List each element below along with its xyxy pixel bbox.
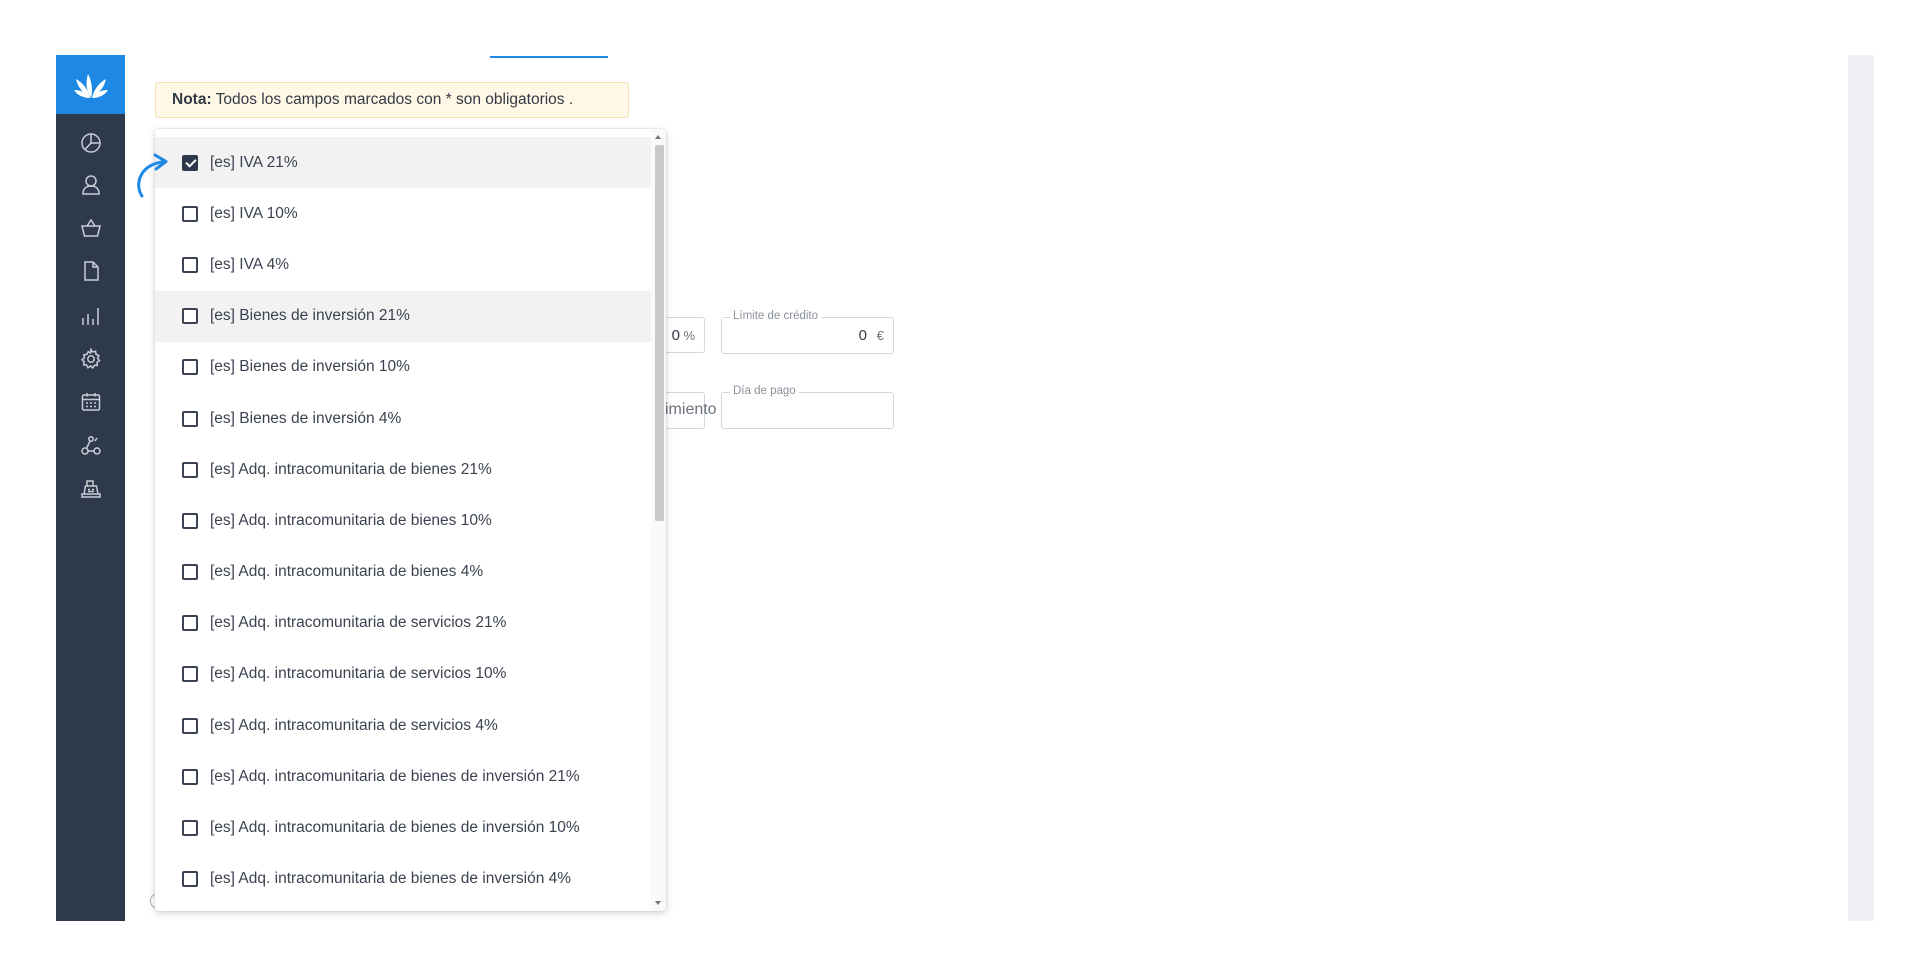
option-label: [es] Adq. intracomunitaria de bienes 4% bbox=[210, 563, 484, 581]
option-label: [es] Adq. intracomunitaria de bienes 21% bbox=[210, 460, 492, 478]
checkbox[interactable] bbox=[182, 768, 198, 785]
bar-chart-icon[interactable] bbox=[77, 302, 104, 329]
option-label: [es] IVA 10% bbox=[210, 204, 298, 222]
due-field-partial-text: imiento bbox=[665, 401, 717, 418]
tutorial-curved-arrow-icon bbox=[137, 153, 168, 198]
list-item[interactable]: [es] IVA 21% bbox=[155, 137, 651, 189]
list-item[interactable]: [es] Adq. intracomunitaria de servicios … bbox=[155, 649, 651, 700]
checkbox[interactable] bbox=[182, 615, 198, 632]
list-item[interactable]: [es] Adq. intracomunitaria de bienes 21% bbox=[155, 444, 651, 495]
scroll-thumb[interactable] bbox=[655, 145, 664, 521]
list-item[interactable]: [es] IVA 10% bbox=[155, 188, 651, 239]
leaf-logo-icon bbox=[73, 73, 108, 98]
list-item[interactable]: [es] Bienes de inversión 21% bbox=[155, 290, 651, 342]
option-label: [es] Adq. intracomunitaria de bienes de … bbox=[210, 870, 572, 888]
list-item[interactable]: [es] Adq. intracomunitaria de bienes de … bbox=[155, 751, 651, 802]
checkbox[interactable] bbox=[182, 256, 198, 273]
calendar-icon[interactable] bbox=[77, 388, 104, 415]
checkbox[interactable] bbox=[182, 461, 198, 478]
option-label: [es] IVA 4% bbox=[210, 255, 289, 273]
list-item[interactable]: [es] Bienes de inversión 10% bbox=[155, 342, 651, 393]
shopping-basket-icon[interactable] bbox=[77, 214, 104, 241]
credit-limit-label: Límite de crédito bbox=[730, 310, 822, 322]
option-label: [es] Adq. intracomunitaria de servicios … bbox=[210, 665, 507, 683]
credit-limit-field[interactable]: Límite de crédito 0 € bbox=[721, 310, 894, 354]
option-label: [es] Adq. intracomunitaria de servicios … bbox=[210, 614, 507, 632]
checkbox[interactable] bbox=[182, 666, 198, 683]
checkbox[interactable] bbox=[182, 359, 198, 376]
credit-limit-suffix: € bbox=[876, 328, 884, 343]
checkbox[interactable] bbox=[182, 308, 198, 325]
checkbox[interactable] bbox=[182, 820, 198, 837]
required-fields-note: Nota: Todos los campos marcados con * so… bbox=[155, 82, 629, 118]
percent-value: 0 bbox=[671, 327, 680, 344]
option-label: [es] Bienes de inversión 21% bbox=[210, 307, 410, 325]
checkbox[interactable] bbox=[182, 871, 198, 888]
checkbox[interactable] bbox=[182, 564, 198, 581]
list-item[interactable]: [es] Adq. intracomunitaria de bienes de … bbox=[155, 802, 651, 853]
sidebar bbox=[56, 55, 125, 921]
payment-day-field[interactable]: Día de pago bbox=[721, 385, 894, 429]
list-item[interactable]: [es] Adq. intracomunitaria de servicios … bbox=[155, 700, 651, 751]
scroll-down-arrow-icon[interactable] bbox=[655, 901, 661, 905]
cash-register-icon[interactable] bbox=[77, 475, 104, 502]
option-label: [es] Bienes de inversión 10% bbox=[210, 358, 410, 376]
list-item[interactable]: [es] IVA 4% bbox=[155, 239, 651, 290]
checkbox[interactable] bbox=[182, 205, 198, 222]
app-stage: Nota: Todos los campos marcados con * so… bbox=[0, 0, 1920, 974]
payment-day-label: Día de pago bbox=[730, 385, 799, 397]
tax-options-list: [es] IVA 21% [es] IVA 10% [es] IVA 4% [e… bbox=[155, 137, 651, 905]
checkbox-checked[interactable] bbox=[182, 154, 198, 171]
note-text: Todos los campos marcados con * son obli… bbox=[215, 91, 574, 108]
dropdown-scrollbar[interactable] bbox=[651, 129, 666, 911]
user-icon[interactable] bbox=[77, 171, 104, 198]
list-item[interactable]: [es] Adq. intracomunitaria de bienes de … bbox=[155, 854, 651, 905]
checkbox[interactable] bbox=[182, 717, 198, 734]
dashboard-pie-icon[interactable] bbox=[77, 129, 104, 156]
gear-icon[interactable] bbox=[77, 345, 104, 372]
option-label: [es] Adq. intracomunitaria de bienes de … bbox=[210, 767, 580, 785]
credit-limit-value: 0 bbox=[858, 327, 867, 344]
option-label: [es] IVA 21% bbox=[210, 153, 298, 171]
checkbox[interactable] bbox=[182, 410, 198, 427]
list-item[interactable]: [es] Bienes de inversión 4% bbox=[155, 393, 651, 444]
option-label: [es] Adq. intracomunitaria de servicios … bbox=[210, 716, 498, 734]
option-label: [es] Bienes de inversión 4% bbox=[210, 409, 402, 427]
checkbox[interactable] bbox=[182, 512, 198, 529]
scroll-up-arrow-icon[interactable] bbox=[655, 135, 661, 139]
document-icon[interactable] bbox=[77, 257, 104, 284]
option-label: [es] Adq. intracomunitaria de bienes 10% bbox=[210, 511, 492, 529]
right-rail bbox=[1848, 55, 1874, 921]
tax-multiselect-dropdown[interactable]: [es] IVA 21% [es] IVA 10% [es] IVA 4% [e… bbox=[155, 129, 666, 911]
leaf-logo[interactable] bbox=[56, 55, 125, 114]
list-item[interactable]: [es] Adq. intracomunitaria de bienes 10% bbox=[155, 495, 651, 546]
active-tab-indicator bbox=[490, 56, 608, 58]
integrations-icon[interactable] bbox=[77, 432, 104, 459]
option-label: [es] Adq. intracomunitaria de bienes de … bbox=[210, 819, 580, 837]
list-item[interactable]: [es] Adq. intracomunitaria de servicios … bbox=[155, 598, 651, 649]
list-item[interactable]: [es] Adq. intracomunitaria de bienes 4% bbox=[155, 547, 651, 598]
percent-suffix: % bbox=[683, 328, 695, 343]
note-label: Nota: bbox=[172, 91, 212, 108]
